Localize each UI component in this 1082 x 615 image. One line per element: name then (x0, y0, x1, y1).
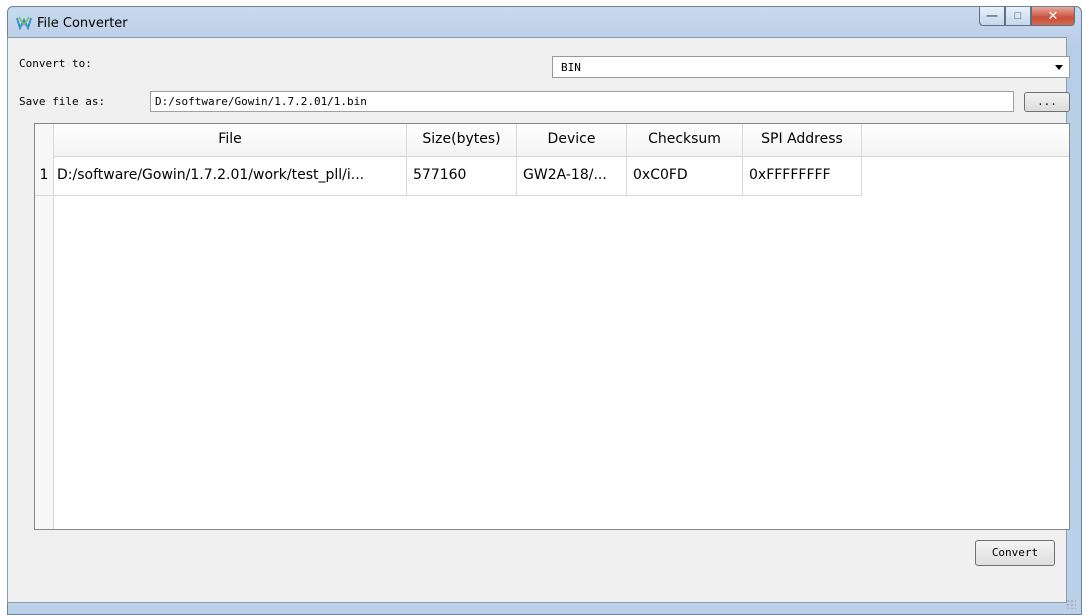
row-number: 1 (35, 156, 54, 195)
convert-button[interactable]: Convert (975, 540, 1055, 566)
corner-header-cell (35, 124, 54, 156)
column-header-size[interactable]: Size(bytes) (407, 124, 517, 156)
cell-size: 577160 (407, 156, 517, 195)
convert-to-value: BIN (561, 61, 581, 74)
cell-checksum: 0xC0FD (627, 156, 743, 195)
column-header-device[interactable]: Device (517, 124, 627, 156)
window-title: File Converter (37, 16, 128, 31)
maximize-icon: □ (1014, 10, 1022, 22)
chevron-down-icon (1055, 65, 1063, 70)
column-header-file[interactable]: File (54, 124, 407, 156)
save-file-path-input[interactable]: D:/software/Gowin/1.7.2.01/1.bin (150, 91, 1014, 112)
close-icon: ✕ (1047, 8, 1059, 23)
cell-device: GW2A-18/... (517, 156, 627, 195)
caption-buttons: — □ ✕ (979, 7, 1075, 27)
column-header-checksum[interactable]: Checksum (627, 124, 743, 156)
close-button[interactable]: ✕ (1031, 7, 1075, 26)
convert-to-select[interactable]: BIN (552, 56, 1070, 78)
title-bar[interactable]: File Converter — □ ✕ (8, 7, 1081, 39)
cell-spi-address: 0xFFFFFFFF (743, 156, 862, 195)
resize-grip-icon[interactable] (1066, 599, 1076, 609)
maximize-button[interactable]: □ (1005, 7, 1031, 26)
minimize-button[interactable]: — (979, 7, 1005, 26)
browse-button[interactable]: ... (1024, 92, 1070, 112)
file-table: File Size(bytes) Device Checksum SPI Add… (34, 123, 1070, 530)
minimize-icon: — (986, 10, 998, 22)
column-header-spi-address[interactable]: SPI Address (743, 124, 862, 156)
save-file-as-label: Save file as: (19, 95, 106, 108)
table-header: File Size(bytes) Device Checksum SPI Add… (35, 124, 1069, 157)
cell-file: D:/software/Gowin/1.7.2.01/work/test_pll… (54, 156, 407, 195)
table-row[interactable]: 1 D:/software/Gowin/1.7.2.01/work/test_p… (35, 156, 862, 196)
convert-to-label: Convert to: (19, 57, 92, 70)
gowin-logo-icon (16, 16, 32, 30)
